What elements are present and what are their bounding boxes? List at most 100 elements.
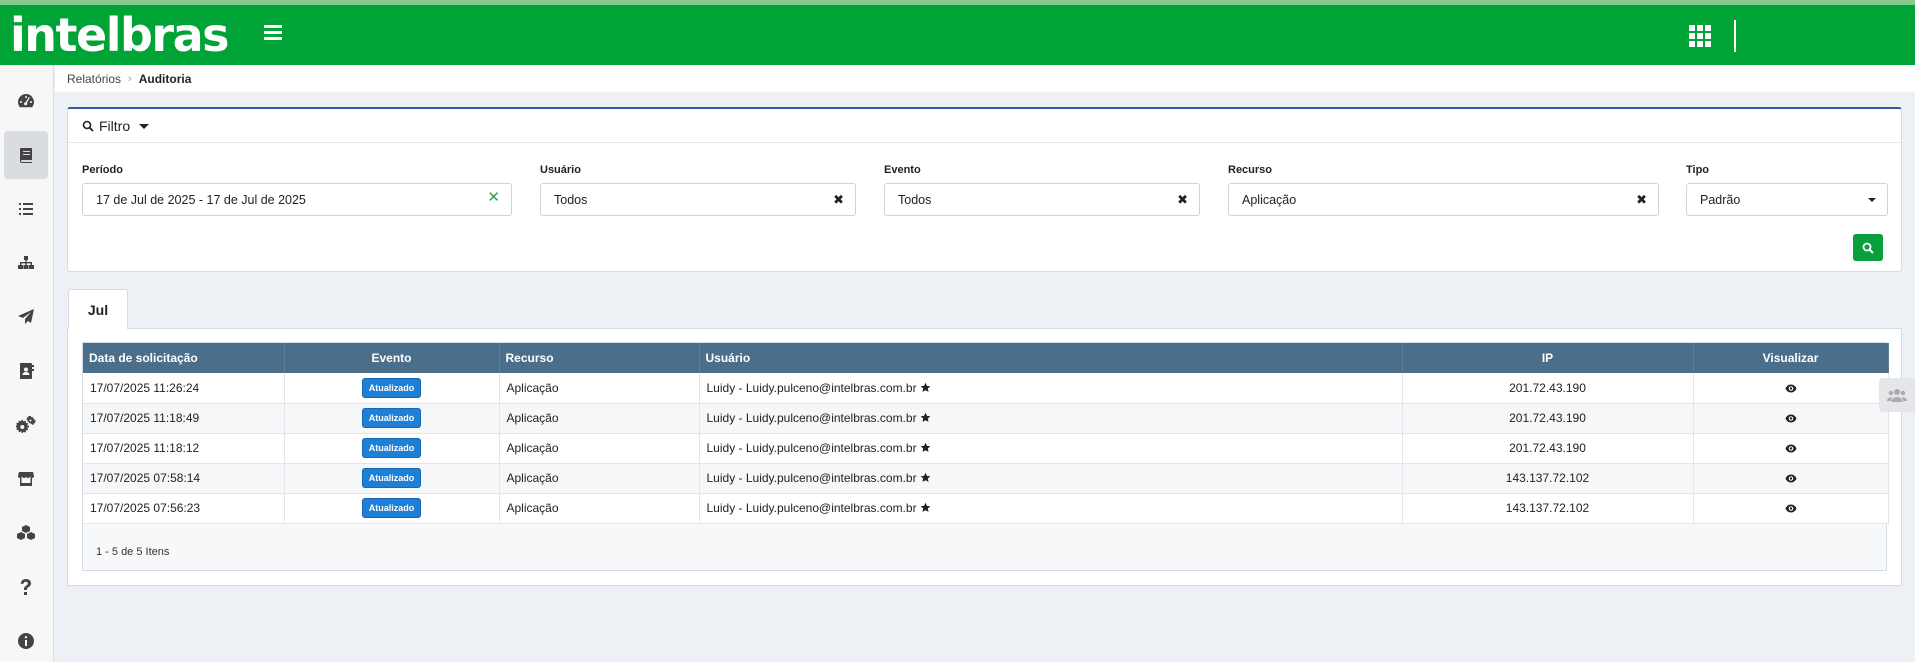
sidebar-item-help[interactable] [4, 563, 48, 611]
evento-select[interactable]: Todos ✖ [884, 183, 1200, 216]
periodo-field[interactable]: 17 de Jul de 2025 - 17 de Jul de 2025 ✕ [82, 183, 512, 216]
tipo-select[interactable]: Padrão [1686, 183, 1888, 216]
table-row: 17/07/2025 07:56:23 Atualizado Aplicação… [83, 493, 1889, 524]
usuario-label: Usuário [540, 164, 581, 176]
cell-ip: 201.72.43.190 [1402, 373, 1694, 404]
periodo-label: Período [82, 164, 123, 176]
column-header-date[interactable]: Data de solicitação [83, 343, 285, 373]
cell-view [1693, 463, 1889, 494]
breadcrumb-parent[interactable]: Relatórios [67, 72, 121, 86]
user-text: Luidy - Luidy.pulceno@intelbras.com.br [706, 411, 917, 425]
dashboard-icon [18, 94, 34, 108]
pager-info: 1 - 5 de 5 Itens [96, 546, 170, 558]
sidebar-item-list[interactable] [4, 185, 48, 233]
caret-down-icon [139, 123, 150, 129]
sidebar-item-contacts[interactable] [4, 347, 48, 395]
clear-usuario-icon[interactable]: ✖ [833, 193, 844, 206]
cell-ip: 201.72.43.190 [1402, 433, 1694, 464]
search-icon [1862, 242, 1874, 254]
star-icon [920, 412, 930, 422]
users-side-tab[interactable] [1879, 378, 1915, 412]
recurso-value: Aplicação [1242, 192, 1297, 207]
cell-resource: Aplicação [499, 403, 700, 434]
column-header-ip[interactable]: IP [1402, 343, 1694, 373]
cell-event: Atualizado [284, 403, 500, 434]
column-header-view: Visualizar [1693, 343, 1889, 373]
table-row: 17/07/2025 07:58:14 Atualizado Aplicação… [83, 463, 1889, 494]
eye-icon[interactable] [1785, 444, 1797, 453]
sidebar-item-settings[interactable] [4, 401, 48, 449]
eye-icon[interactable] [1785, 474, 1797, 483]
sidebar-item-structure[interactable] [4, 239, 48, 287]
cell-date: 17/07/2025 11:18:49 [83, 403, 285, 434]
eye-icon[interactable] [1785, 384, 1797, 393]
apps-grid-icon[interactable] [1689, 25, 1711, 47]
book-icon [20, 148, 32, 163]
user-text: Luidy - Luidy.pulceno@intelbras.com.br [706, 501, 917, 515]
filter-toggle[interactable]: Filtro [68, 109, 1901, 143]
app-header: intelbras [0, 5, 1915, 65]
star-icon [920, 502, 930, 512]
column-header-resource[interactable]: Recurso [499, 343, 700, 373]
sidebar [0, 65, 54, 662]
sidebar-item-send[interactable] [4, 293, 48, 341]
audit-table-container: Data de solicitação Evento Recurso Usuár… [82, 342, 1889, 571]
event-badge: Atualizado [361, 498, 422, 518]
recurso-select[interactable]: Aplicação ✖ [1228, 183, 1659, 216]
event-badge: Atualizado [361, 377, 422, 398]
list-icon [19, 203, 33, 215]
table-row: 17/07/2025 11:26:24 Atualizado Aplicação… [83, 373, 1889, 404]
contact-card-icon [20, 363, 34, 379]
gears-icon [16, 415, 36, 433]
cell-resource: Aplicação [499, 433, 700, 464]
column-header-event[interactable]: Evento [284, 343, 500, 373]
filter-title: Filtro [99, 117, 131, 134]
evento-value: Todos [898, 192, 932, 207]
sidebar-item-dashboard[interactable] [4, 77, 48, 125]
header-divider [1734, 20, 1736, 52]
periodo-value: 17 de Jul de 2025 - 17 de Jul de 2025 [96, 192, 306, 207]
clear-periodo-icon[interactable]: ✕ [487, 190, 500, 205]
audit-table: Data de solicitação Evento Recurso Usuár… [83, 343, 1889, 524]
hamburger-icon[interactable] [264, 25, 284, 43]
column-header-user[interactable]: Usuário [699, 343, 1403, 373]
sidebar-item-reports[interactable] [4, 131, 48, 179]
usuario-select[interactable]: Todos ✖ [540, 183, 856, 216]
cubes-icon [17, 525, 35, 540]
sidebar-item-modules[interactable] [4, 509, 48, 557]
intelbras-logo[interactable]: intelbras [10, 9, 230, 61]
clear-recurso-icon[interactable]: ✖ [1636, 193, 1647, 206]
cell-view [1693, 433, 1889, 464]
usuario-value: Todos [554, 192, 588, 207]
cell-user: Luidy - Luidy.pulceno@intelbras.com.br [699, 463, 1403, 494]
event-badge: Atualizado [361, 438, 422, 458]
event-badge: Atualizado [361, 408, 422, 428]
cell-ip: 201.72.43.190 [1402, 403, 1694, 434]
cell-user: Luidy - Luidy.pulceno@intelbras.com.br [699, 373, 1403, 404]
tab-jul[interactable]: Jul [68, 289, 128, 329]
eye-icon[interactable] [1785, 414, 1797, 423]
clear-evento-icon[interactable]: ✖ [1177, 193, 1188, 206]
cell-user: Luidy - Luidy.pulceno@intelbras.com.br [699, 433, 1403, 464]
evento-label: Evento [884, 164, 921, 176]
filter-panel: Filtro Período 17 de Jul de 2025 - 17 de… [67, 107, 1902, 272]
cell-event: Atualizado [284, 373, 500, 404]
table-header-row: Data de solicitação Evento Recurso Usuár… [83, 343, 1889, 373]
search-button[interactable] [1853, 234, 1883, 261]
tipo-label: Tipo [1686, 164, 1710, 176]
star-icon [920, 442, 930, 452]
sitemap-icon [18, 256, 34, 269]
cell-ip: 143.137.72.102 [1402, 463, 1694, 494]
cell-resource: Aplicação [499, 463, 700, 494]
cell-view [1693, 373, 1889, 404]
sidebar-item-store[interactable] [4, 455, 48, 503]
table-row: 17/07/2025 11:18:12 Atualizado Aplicação… [83, 433, 1889, 464]
cell-date: 17/07/2025 11:26:24 [83, 373, 285, 404]
eye-icon[interactable] [1785, 504, 1797, 513]
user-text: Luidy - Luidy.pulceno@intelbras.com.br [706, 380, 917, 395]
paper-plane-icon [18, 309, 34, 324]
cell-date: 17/07/2025 07:58:14 [83, 463, 285, 494]
sidebar-item-info[interactable] [4, 617, 48, 662]
breadcrumb: Relatórios › Auditoria [55, 65, 1915, 92]
cell-user: Luidy - Luidy.pulceno@intelbras.com.br [699, 493, 1403, 524]
